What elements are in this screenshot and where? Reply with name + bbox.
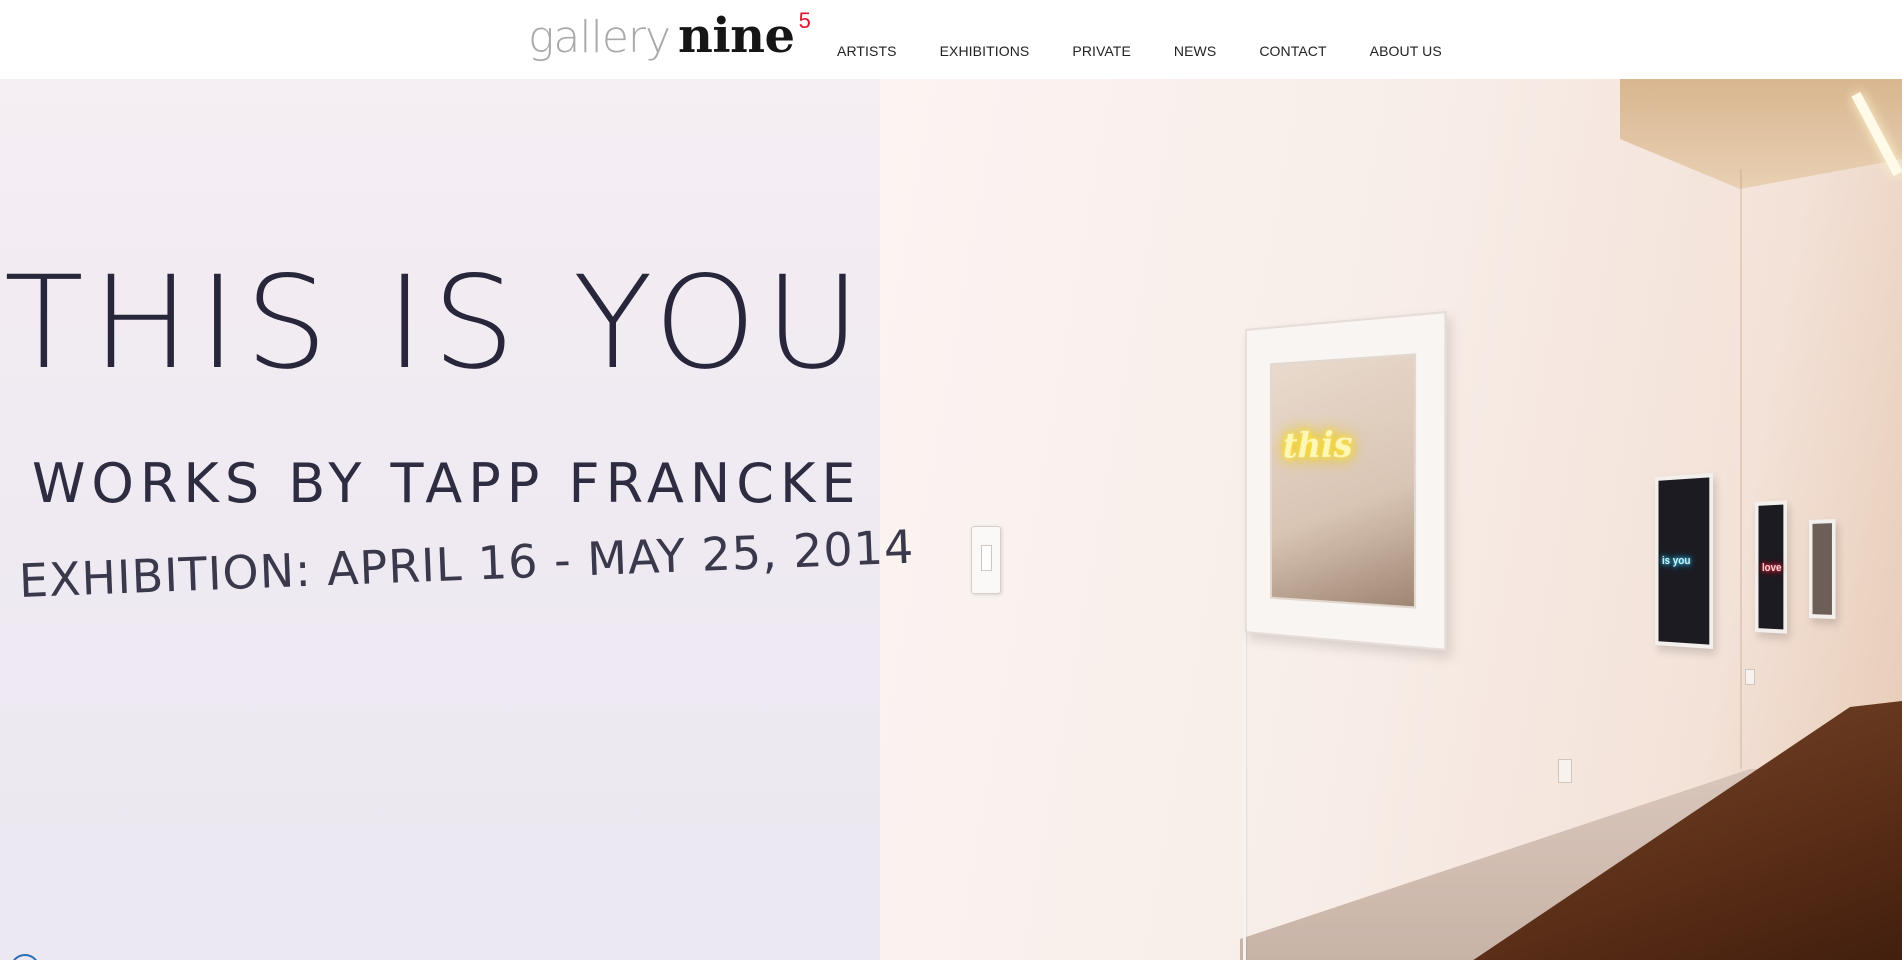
neon-text-is-you: is you [1661, 554, 1691, 567]
neon-text-this: this [1282, 423, 1353, 467]
neon-text-love: love [1761, 562, 1782, 575]
mirror-artwork-red: love [1755, 500, 1787, 634]
logo-bold-text: nine [678, 8, 795, 64]
logo-light-text: gallery [528, 12, 671, 63]
nav-about-us[interactable]: ABOUT US [1370, 43, 1442, 59]
wall-outlet [1745, 669, 1755, 685]
mirror-artwork-this: this [1245, 310, 1447, 652]
light-switch [971, 526, 1001, 594]
mirror-artwork-is-you: is you [1655, 472, 1714, 650]
hero-gallery-photo: THIS IS YOU WORKS BY TAPP FRANCKE EXHIBI… [0, 79, 1902, 960]
site-logo[interactable]: gallery nine 5 [528, 6, 811, 66]
mirror-artwork-far [1809, 518, 1836, 620]
logo-superscript: 5 [798, 8, 811, 33]
main-nav: ARTISTS EXHIBITIONS PRIVATE NEWS CONTACT… [837, 0, 1442, 79]
mirror-surface: this [1270, 353, 1417, 609]
nav-contact[interactable]: CONTACT [1259, 43, 1326, 59]
wall-title: THIS IS YOU [4, 249, 869, 398]
nav-private[interactable]: PRIVATE [1072, 43, 1131, 59]
left-wall [0, 79, 900, 960]
nav-exhibitions[interactable]: EXHIBITIONS [940, 43, 1030, 59]
nav-news[interactable]: NEWS [1174, 43, 1216, 59]
wall-subtitle: WORKS BY TAPP FRANCKE [32, 452, 862, 515]
nav-artists[interactable]: ARTISTS [837, 43, 897, 59]
wall-corner [1740, 169, 1742, 769]
site-header: gallery nine 5 ARTISTS EXHIBITIONS PRIVA… [0, 0, 1902, 79]
wall-outlet [1558, 759, 1572, 783]
power-cord [1243, 624, 1246, 960]
